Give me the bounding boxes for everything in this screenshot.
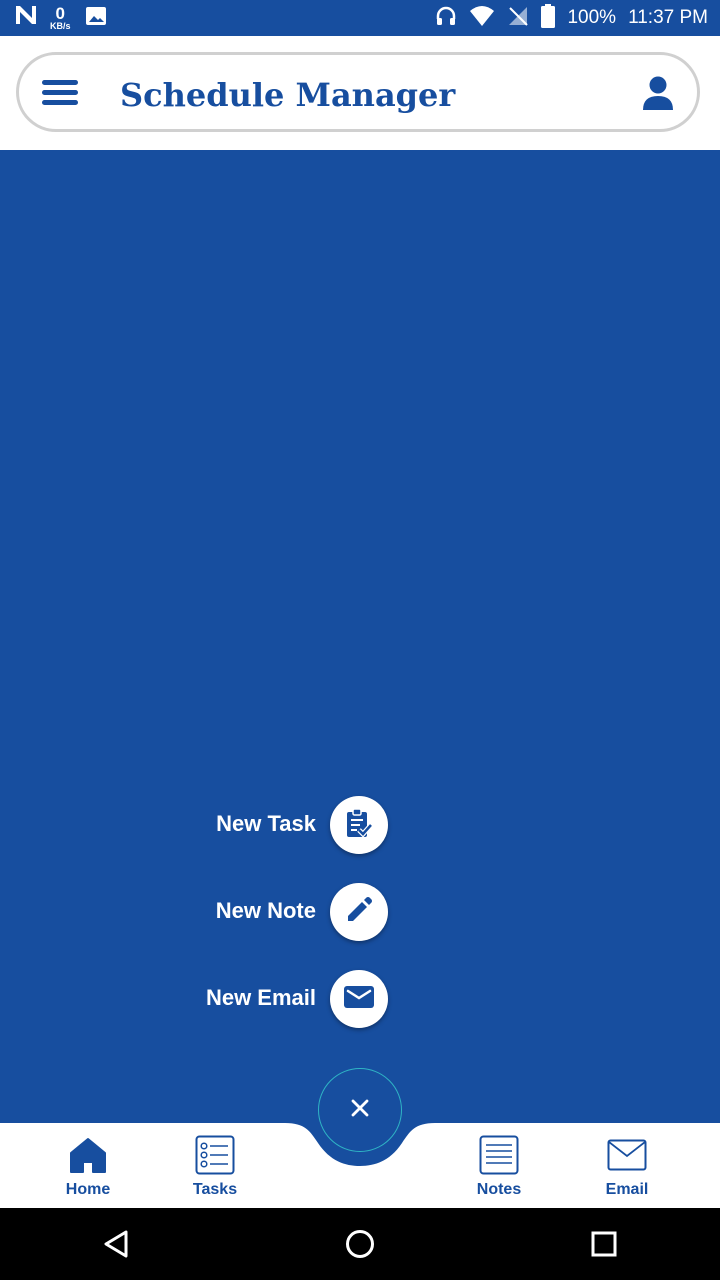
envelope-icon — [343, 984, 375, 1014]
nav-item-tasks[interactable]: Tasks — [160, 1123, 270, 1208]
nav-item-home[interactable]: Home — [33, 1123, 143, 1208]
close-fab-button[interactable] — [318, 1068, 402, 1152]
new-note-button[interactable] — [330, 883, 388, 941]
checklist-icon — [195, 1135, 235, 1175]
new-email-label[interactable]: New Email — [206, 981, 316, 1015]
recents-icon[interactable] — [589, 1229, 619, 1263]
page-title: Schedule Manager — [120, 76, 456, 114]
battery-level: 100% — [567, 7, 617, 28]
new-email-button[interactable] — [330, 970, 388, 1028]
nav-label-email: Email — [605, 1181, 649, 1198]
n-logo-icon — [14, 4, 38, 32]
nav-item-email[interactable]: Email — [572, 1123, 682, 1208]
battery-icon — [541, 3, 556, 33]
pencil-icon — [344, 895, 374, 929]
app-header: Schedule Manager — [0, 36, 720, 150]
no-signal-icon — [507, 5, 529, 32]
new-note-label[interactable]: New Note — [216, 894, 316, 928]
headphones-icon — [435, 5, 457, 32]
notes-icon — [479, 1135, 519, 1175]
image-icon — [85, 6, 107, 31]
hamburger-menu-icon[interactable] — [42, 80, 78, 108]
network-speed-value: 0 — [55, 4, 65, 23]
person-icon[interactable] — [638, 74, 678, 114]
wifi-icon — [469, 5, 495, 32]
clock: 11:37 PM — [628, 7, 708, 28]
new-task-label[interactable]: New Task — [216, 807, 316, 841]
clipboard-check-icon — [344, 807, 374, 843]
nav-label-tasks: Tasks — [192, 1181, 238, 1198]
system-navigation-bar — [0, 1208, 720, 1280]
nav-item-notes[interactable]: Notes — [444, 1123, 554, 1208]
new-task-button[interactable] — [330, 796, 388, 854]
status-bar: 0 KB/s 100% 11:37 PM — [0, 0, 720, 36]
home-icon — [68, 1135, 108, 1175]
back-icon[interactable] — [100, 1228, 132, 1264]
network-speed: 0 KB/s — [50, 5, 71, 31]
envelope-outline-icon — [607, 1135, 647, 1175]
nav-label-home: Home — [65, 1181, 111, 1198]
home-circle-icon[interactable] — [344, 1228, 376, 1264]
close-icon — [350, 1098, 370, 1122]
nav-label-notes: Notes — [476, 1181, 522, 1198]
network-speed-unit: KB/s — [50, 21, 71, 31]
